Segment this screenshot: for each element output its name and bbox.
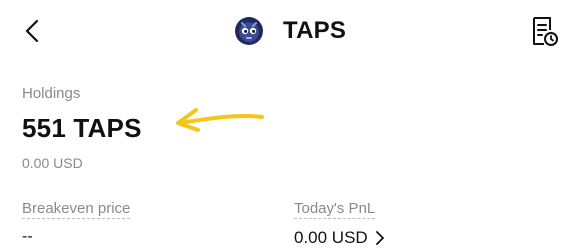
- chevron-left-icon: [25, 19, 39, 43]
- breakeven-price-label[interactable]: Breakeven price: [22, 200, 131, 219]
- chevron-right-icon: [375, 231, 384, 245]
- todays-pnl-label[interactable]: Today's PnL: [294, 200, 376, 219]
- todays-pnl-link[interactable]: 0.00 USD: [294, 228, 386, 248]
- page-title: TAPS: [283, 17, 347, 44]
- breakeven-price-value: --: [22, 228, 33, 245]
- yellow-arrow-annotation-icon: [176, 108, 264, 132]
- holdings-amount: 551 TAPS: [22, 113, 142, 143]
- todays-pnl-value: 0.00 USD: [294, 228, 368, 247]
- back-button[interactable]: [18, 16, 48, 46]
- holdings-label: Holdings: [22, 85, 81, 102]
- history-button[interactable]: [527, 14, 561, 48]
- taps-logo-icon: [233, 15, 265, 47]
- holdings-usd-value: 0.00 USD: [22, 155, 83, 171]
- document-clock-icon: [533, 17, 558, 46]
